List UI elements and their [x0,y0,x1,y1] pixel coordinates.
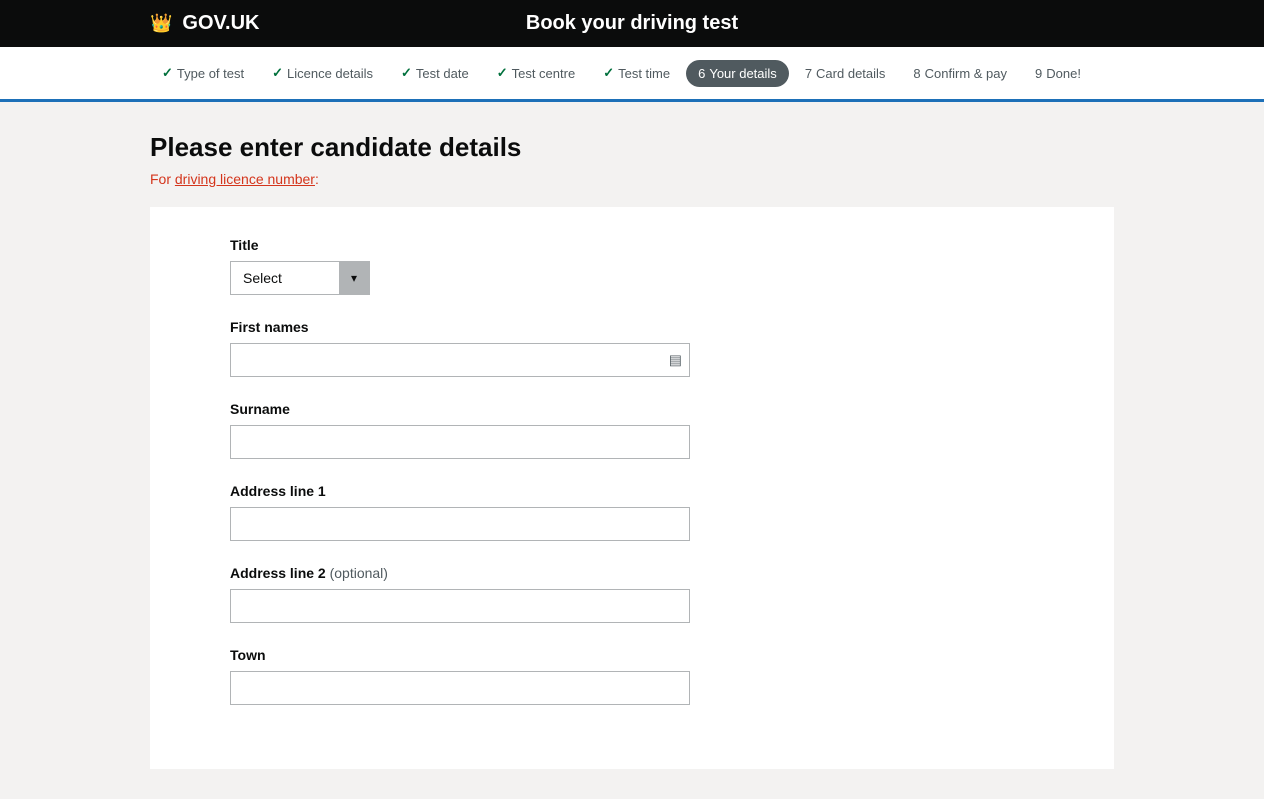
surname-label: Surname [230,401,1034,417]
step-label: Done! [1046,66,1081,81]
town-input[interactable] [230,671,690,705]
town-label: Town [230,647,1034,663]
gov-uk-logo[interactable]: 👑 GOV.UK [150,12,259,35]
first-names-label: First names [230,319,1034,335]
title-dropdown-button[interactable]: ▾ [339,262,369,294]
step-number: 8 [913,66,920,81]
step-licence-details[interactable]: ✓ Licence details [260,59,385,87]
title-group: Title Select ▾ [230,237,1034,295]
step-number: 7 [805,66,812,81]
licence-label-text: For driving licence number: [150,171,319,187]
check-icon: ✓ [401,65,412,81]
check-icon: ✓ [272,65,283,81]
check-icon: ✓ [497,65,508,81]
town-group: Town [230,647,1034,705]
progress-steps: ✓ Type of test ✓ Licence details ✓ Test … [150,59,1114,87]
surname-group: Surname [230,401,1034,459]
step-label: Your details [709,66,776,81]
title-select-text: Select [231,262,339,294]
candidate-form: Title Select ▾ First names ▤ Surname Add… [150,207,1114,769]
address-line-2-input[interactable] [230,589,690,623]
step-label: Test centre [512,66,576,81]
chevron-down-icon: ▾ [351,271,357,285]
text-field-icon: ▤ [669,352,682,369]
address-line-2-group: Address line 2 (optional) [230,565,1034,623]
first-names-input[interactable] [230,343,690,377]
step-card-details[interactable]: 7 Card details [793,60,898,87]
step-confirm-pay[interactable]: 8 Confirm & pay [901,60,1019,87]
step-test-time[interactable]: ✓ Test time [591,59,682,87]
first-names-input-wrapper: ▤ [230,343,690,377]
page-header-title: Book your driving test [526,12,738,35]
step-label: Confirm & pay [925,66,1007,81]
first-names-group: First names ▤ [230,319,1034,377]
surname-input[interactable] [230,425,690,459]
step-label: Licence details [287,66,373,81]
step-done[interactable]: 9 Done! [1023,60,1093,87]
crown-icon: 👑 [150,13,172,34]
check-icon: ✓ [603,65,614,81]
optional-tag: (optional) [330,565,388,581]
step-test-date[interactable]: ✓ Test date [389,59,481,87]
address-line-1-group: Address line 1 [230,483,1034,541]
step-label: Type of test [177,66,244,81]
step-number: 9 [1035,66,1042,81]
step-label: Test date [416,66,469,81]
step-label: Test time [618,66,670,81]
address-line-2-label: Address line 2 (optional) [230,565,1034,581]
step-number: 6 [698,66,705,81]
progress-nav: ✓ Type of test ✓ Licence details ✓ Test … [0,47,1264,102]
step-type-of-test[interactable]: ✓ Type of test [150,59,256,87]
step-label: Card details [816,66,885,81]
logo-text: GOV.UK [182,12,259,35]
step-test-centre[interactable]: ✓ Test centre [485,59,588,87]
page-title: Please enter candidate details [150,132,1114,163]
header: 👑 GOV.UK Book your driving test [0,0,1264,47]
licence-info: For driving licence number: [150,171,1114,187]
title-select-wrapper[interactable]: Select ▾ [230,261,370,295]
check-icon: ✓ [162,65,173,81]
address-line-1-input[interactable] [230,507,690,541]
main-content: Please enter candidate details For drivi… [0,102,1264,799]
step-your-details[interactable]: 6 Your details [686,60,789,87]
title-label: Title [230,237,1034,253]
address-line-1-label: Address line 1 [230,483,1034,499]
